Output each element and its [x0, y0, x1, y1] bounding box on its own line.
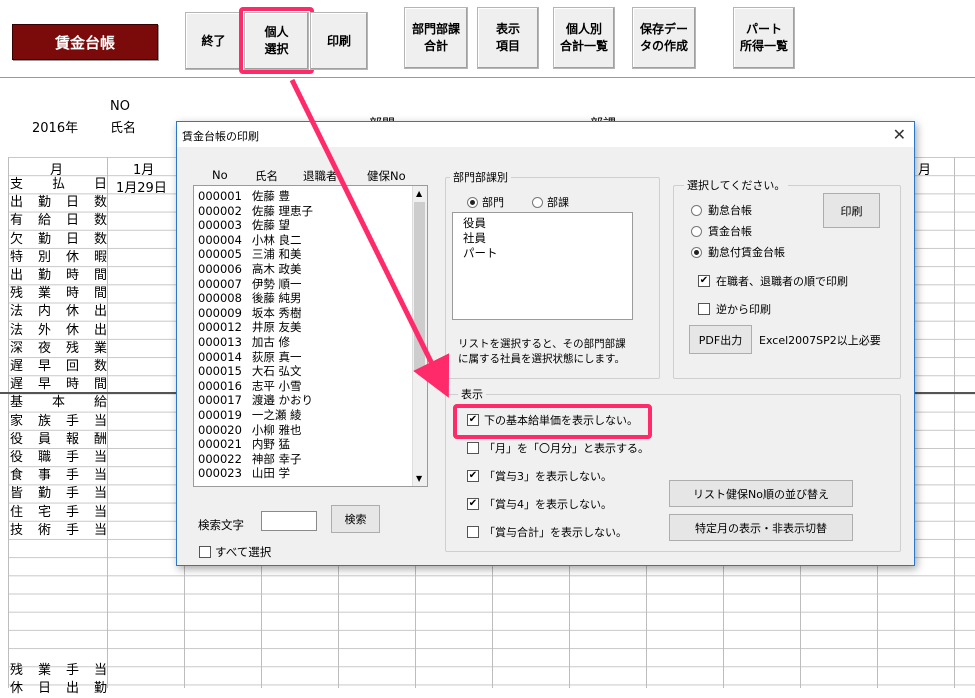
annotation-arrow: [289, 78, 450, 398]
